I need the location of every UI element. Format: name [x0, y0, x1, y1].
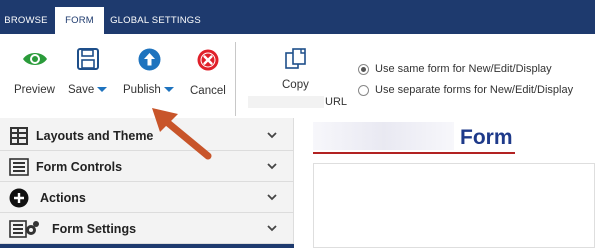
radio-same-form-label: Use same form for New/Edit/Display: [375, 63, 552, 75]
annotation-arrow-icon: [152, 108, 212, 160]
preview-label: Preview: [14, 84, 55, 96]
floppy-disk-icon: [77, 48, 99, 70]
radio-separate-forms-label: Use separate forms for New/Edit/Display: [375, 84, 574, 96]
ribbon: Preview Save Publish Cancel Copy URL Use…: [0, 34, 595, 118]
publish-dropdown-icon[interactable]: [163, 87, 174, 93]
url-value-redacted: [248, 96, 324, 108]
form-title: Form: [460, 126, 513, 149]
chevron-down-icon: [267, 132, 277, 139]
accordion-form-settings[interactable]: Form Settings: [0, 213, 294, 244]
accordion-label: Form Settings: [52, 222, 137, 236]
accordion-label: Form Controls: [36, 160, 123, 174]
copy-label: Copy: [282, 79, 309, 91]
publish-button[interactable]: Publish: [118, 44, 180, 104]
layouts-icon: [10, 127, 28, 145]
form-title-underline: [313, 152, 515, 154]
radio-same-form[interactable]: Use same form for New/Edit/Display: [358, 63, 552, 75]
cancel-x-icon: [197, 49, 219, 71]
cancel-label: Cancel: [190, 85, 226, 97]
radio-separate-forms[interactable]: Use separate forms for New/Edit/Display: [358, 84, 573, 96]
form-canvas[interactable]: [313, 163, 595, 248]
save-label-text: Save: [68, 84, 95, 96]
publish-label-text: Publish: [123, 84, 161, 96]
preview-button[interactable]: Preview: [8, 44, 60, 104]
form-controls-icon: [9, 158, 29, 176]
accordion-label: Actions: [40, 191, 86, 205]
cancel-button[interactable]: Cancel: [186, 44, 232, 104]
copy-icon: [285, 48, 306, 69]
panel-bottom-bar: [0, 244, 294, 248]
save-label: Save: [68, 84, 108, 96]
publish-label: Publish: [123, 84, 174, 96]
copy-button[interactable]: Copy: [276, 44, 316, 94]
eye-icon: [23, 53, 47, 65]
tab-browse[interactable]: BROWSE: [0, 7, 52, 34]
accordion-label: Layouts and Theme: [36, 129, 154, 143]
form-title-redacted: [313, 122, 454, 150]
chevron-down-icon: [267, 225, 277, 232]
save-dropdown-icon[interactable]: [97, 87, 108, 93]
tab-form[interactable]: FORM: [55, 7, 104, 34]
ribbon-divider: [235, 42, 236, 116]
accordion-actions[interactable]: Actions: [0, 182, 294, 213]
publish-arrow-up-icon: [138, 48, 161, 71]
radio-separate-forms-control[interactable]: [358, 84, 369, 96]
tab-global-settings[interactable]: GLOBAL SETTINGS: [108, 7, 203, 34]
chevron-down-icon: [267, 194, 277, 201]
ribbon-tab-bar: BROWSE FORM GLOBAL SETTINGS: [0, 0, 595, 34]
radio-same-form-control[interactable]: [358, 63, 369, 75]
save-button[interactable]: Save: [64, 44, 114, 104]
url-label: URL: [325, 96, 348, 108]
actions-plus-icon: [9, 188, 29, 208]
chevron-down-icon: [267, 163, 277, 170]
form-settings-gear-icon: [9, 220, 39, 238]
